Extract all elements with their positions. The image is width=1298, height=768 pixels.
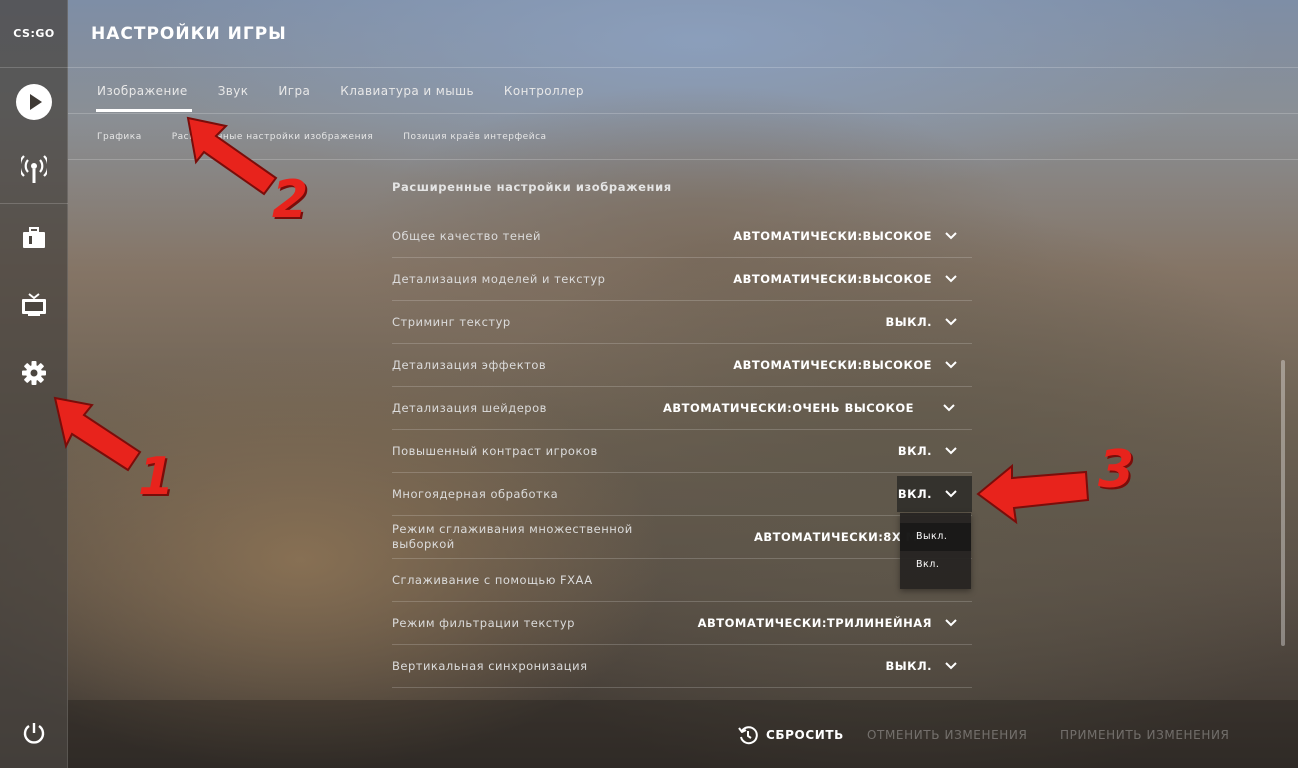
chevron-down-icon[interactable] [945, 318, 959, 332]
sidebar-divider [0, 203, 68, 204]
settings-row: Повышенный контраст игроков ВКЛ. [392, 430, 972, 473]
chevron-down-icon[interactable] [943, 404, 957, 418]
chevron-down-icon[interactable] [945, 232, 959, 246]
chevron-down-icon[interactable] [945, 662, 959, 676]
settings-row: Режим фильтрации текстур АВТОМАТИЧЕСКИ:ТР… [392, 602, 972, 645]
apply-changes-button[interactable]: ПРИМЕНИТЬ ИЗМЕНЕНИЯ [1060, 728, 1230, 742]
annotation-number-1: 1 [138, 447, 175, 507]
footer: СБРОСИТЬ ОТМЕНИТЬ ИЗМЕНЕНИЯ ПРИМЕНИТЬ ИЗ… [68, 700, 1298, 768]
settings-row: Детализация эффектов АВТОМАТИЧЕСКИ:ВЫСОКО… [392, 344, 972, 387]
subtab-bar: Графика Расширенные настройки изображени… [68, 114, 1298, 160]
setting-label: Детализация моделей и текстур [392, 272, 606, 286]
setting-value[interactable]: АВТОМАТИЧЕСКИ:ВЫСОКОЕ [733, 358, 932, 372]
tv-icon[interactable] [13, 284, 55, 326]
logo-text: CS:GO [13, 27, 55, 40]
chevron-down-icon[interactable] [945, 361, 959, 375]
setting-value[interactable]: АВТОМАТИЧЕСКИ:ВЫСОКОЕ [733, 229, 932, 243]
briefcase-icon[interactable] [13, 217, 55, 259]
subtab-hud-edge[interactable]: Позиция краёв интерфейса [403, 114, 546, 159]
reset-label: СБРОСИТЬ [766, 728, 844, 742]
settings-row: Режим сглаживания множественной выборкой… [392, 516, 972, 559]
setting-value[interactable]: ВЫКЛ. [885, 659, 932, 673]
gear-icon[interactable] [13, 352, 55, 394]
header: НАСТРОЙКИ ИГРЫ [68, 0, 1298, 68]
setting-label: Детализация эффектов [392, 358, 547, 372]
setting-label: Сглаживание с помощью FXAA [392, 573, 593, 587]
settings-row: Многоядерная обработка ВКЛ. [392, 473, 972, 516]
subtab-advanced[interactable]: Расширенные настройки изображения [172, 114, 374, 159]
power-icon[interactable] [13, 712, 55, 754]
chevron-down-icon[interactable] [945, 619, 959, 633]
play-icon[interactable] [13, 81, 55, 123]
setting-value[interactable]: АВТОМАТИЧЕСКИ:ТРИЛИНЕЙНАЯ [698, 616, 932, 630]
dropdown-option-off[interactable]: Выкл. [900, 523, 971, 551]
setting-label: Режим сглаживания множественной выборкой [392, 522, 633, 551]
setting-label: Общее качество теней [392, 229, 541, 243]
tab-sound[interactable]: Звук [218, 68, 249, 113]
setting-value[interactable]: ВЫКЛ. [885, 315, 932, 329]
settings-row: Вертикальная синхронизация ВЫКЛ. [392, 645, 972, 688]
reset-button[interactable]: СБРОСИТЬ [738, 725, 844, 745]
reset-icon [738, 726, 758, 745]
annotation-number-3: 3 [1098, 440, 1135, 500]
setting-label: Режим фильтрации текстур [392, 616, 575, 630]
chevron-down-icon[interactable] [945, 447, 959, 461]
tab-bar: Изображение Звук Игра Клавиатура и мышь … [68, 68, 1298, 114]
sidebar: CS:GO [0, 0, 68, 768]
page-title: НАСТРОЙКИ ИГРЫ [91, 24, 287, 44]
settings-row: Детализация моделей и текстур АВТОМАТИЧЕС… [392, 258, 972, 301]
tab-controller[interactable]: Контроллер [504, 68, 584, 113]
settings-row: Детализация шейдеров АВТОМАТИЧЕСКИ:ОЧЕНЬ … [392, 387, 972, 430]
tab-game[interactable]: Игра [278, 68, 310, 113]
setting-value[interactable]: АВТОМАТИЧЕСКИ:ОЧЕНЬ ВЫСОКОЕ [663, 401, 914, 415]
settings-row: Сглаживание с помощью FXAAВЫКЛ. [392, 559, 972, 602]
dropdown-option-on[interactable]: Вкл. [900, 551, 971, 579]
setting-label: Стриминг текстур [392, 315, 511, 329]
setting-label: Многоядерная обработка [392, 487, 559, 501]
cancel-changes-button[interactable]: ОТМЕНИТЬ ИЗМЕНЕНИЯ [867, 728, 1027, 742]
setting-value[interactable]: ВКЛ. [898, 444, 932, 458]
tab-keyboard-mouse[interactable]: Клавиатура и мышь [340, 68, 474, 113]
section-title: Расширенные настройки изображения [392, 180, 672, 194]
setting-value[interactable]: ВКЛ. [898, 487, 932, 501]
setting-label: Вертикальная синхронизация [392, 659, 588, 673]
setting-value[interactable]: АВТОМАТИЧЕСКИ:8X M [754, 530, 918, 544]
chevron-down-icon[interactable] [945, 490, 959, 504]
annotation-arrow-3 [976, 463, 1090, 525]
setting-value[interactable]: АВТОМАТИЧЕСКИ:ВЫСОКОЕ [733, 272, 932, 286]
scrollbar[interactable] [1281, 360, 1285, 646]
dropdown-menu: Выкл. Вкл. [900, 513, 971, 589]
csgo-logo[interactable]: CS:GO [0, 0, 68, 68]
subtab-graphics[interactable]: Графика [97, 114, 142, 159]
antenna-icon[interactable] [13, 148, 55, 190]
setting-label: Детализация шейдеров [392, 401, 547, 415]
annotation-number-2: 2 [272, 170, 309, 230]
settings-row: Общее качество теней АВТОМАТИЧЕСКИ:ВЫСОКО… [392, 215, 972, 258]
tab-image[interactable]: Изображение [96, 68, 192, 113]
chevron-down-icon[interactable] [945, 275, 959, 289]
setting-label: Повышенный контраст игроков [392, 444, 598, 458]
settings-row: Стриминг текстур ВЫКЛ. [392, 301, 972, 344]
